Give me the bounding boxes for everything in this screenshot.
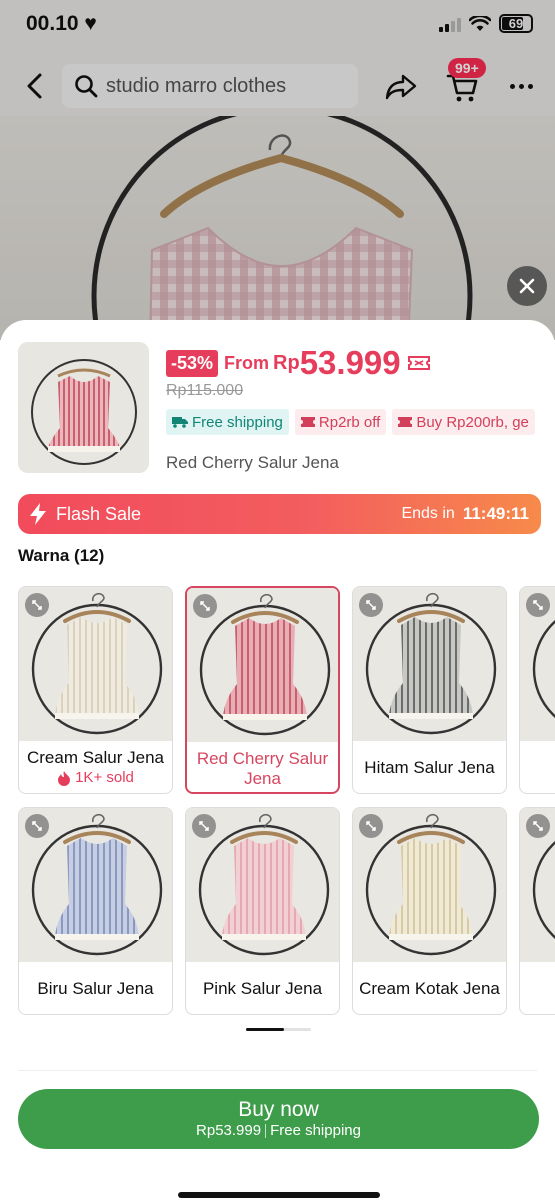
currency-label: Rp (273, 351, 300, 374)
variant-label: Cream Salur Jena (26, 748, 164, 767)
divider (18, 1070, 537, 1071)
promo-tag-free-shipping[interactable]: Free shipping (166, 409, 289, 435)
flash-sale-ends-label: Ends in (401, 505, 455, 522)
buy-now-button[interactable]: Buy now Rp53.999 Free shipping (18, 1089, 539, 1149)
expand-icon[interactable] (25, 593, 49, 617)
page-indicator (246, 1028, 311, 1031)
price-value: 53.999 (299, 344, 401, 381)
buy-now-subtitle: Rp53.999 Free shipping (196, 1122, 361, 1139)
truck-icon (172, 417, 188, 428)
lightning-icon (30, 503, 46, 525)
variant-selector-sheet: -53% From Rp 53.999 Rp115.000 Free shipp… (0, 320, 555, 1200)
variant-label: Pink Salur Jena (202, 979, 323, 998)
flash-sale-title: Flash Sale (56, 503, 142, 524)
promo-tag-rp2rb-off[interactable]: Rp2rb off (294, 409, 387, 435)
buy-now-label: Buy now (238, 1098, 319, 1121)
expand-icon[interactable] (25, 814, 49, 838)
selected-variant-name: Red Cherry Salur Jena (166, 453, 339, 472)
expand-icon[interactable] (193, 594, 217, 618)
close-icon (519, 278, 535, 294)
product-thumbnail[interactable] (18, 342, 149, 473)
variant-label: Red Cherry Salur Jena (196, 749, 329, 788)
variant-label: Cream Kotak Jena (359, 979, 500, 998)
from-label: From (224, 352, 270, 373)
variant-card[interactable]: Cream Salur Jena 1K+ sold (18, 586, 173, 794)
promo-tags: Free shipping Rp2rb off Buy Rp200rb, ge (166, 409, 555, 435)
flash-sale-banner: Flash Sale Ends in 11:49:11 (18, 494, 541, 534)
product-page-background: 00.10 ♥ 69 studio marro clothes 99+ (0, 0, 555, 340)
close-sheet-button[interactable] (507, 266, 547, 306)
variant-card[interactable]: Biru Salur Jena (18, 807, 173, 1015)
voucher-icon (300, 417, 315, 427)
expand-icon[interactable] (526, 814, 550, 838)
variant-card[interactable]: Pin (519, 807, 555, 1015)
variant-card[interactable]: Hitam Salur Jena (352, 586, 507, 794)
variant-card[interactable]: Red Cherry Salur Jena (185, 586, 340, 794)
dim-overlay (0, 0, 555, 340)
flash-sale-countdown: 11:49:11 (462, 504, 529, 523)
price-row: -53% From Rp 53.999 (166, 344, 431, 382)
expand-icon[interactable] (359, 593, 383, 617)
variant-grid: Cream Salur Jena 1K+ sold Red Cherry Salur… (18, 586, 555, 1016)
discount-badge: -53% (166, 349, 219, 377)
voucher-icon (398, 417, 413, 427)
expand-icon[interactable] (526, 593, 550, 617)
sold-count: 1K+ sold (57, 768, 134, 788)
variant-card[interactable]: Cream Kotak Jena (352, 807, 507, 1015)
variant-card[interactable]: Pink Salur Jena (185, 807, 340, 1015)
promo-tag-buy-rp200rb[interactable]: Buy Rp200rb, ge (392, 409, 535, 435)
home-indicator (178, 1192, 380, 1198)
variant-label: Biru Salur Jena (37, 979, 154, 998)
variant-heading: Warna (12) (18, 546, 105, 565)
fire-icon (58, 771, 71, 786)
variant-label: Hitam Salur Jena (364, 758, 495, 777)
coupon-ticket-icon[interactable] (407, 353, 431, 373)
expand-icon[interactable] (359, 814, 383, 838)
expand-icon[interactable] (192, 814, 216, 838)
variant-card[interactable]: Bir (519, 586, 555, 794)
original-price: Rp115.000 (166, 382, 244, 399)
